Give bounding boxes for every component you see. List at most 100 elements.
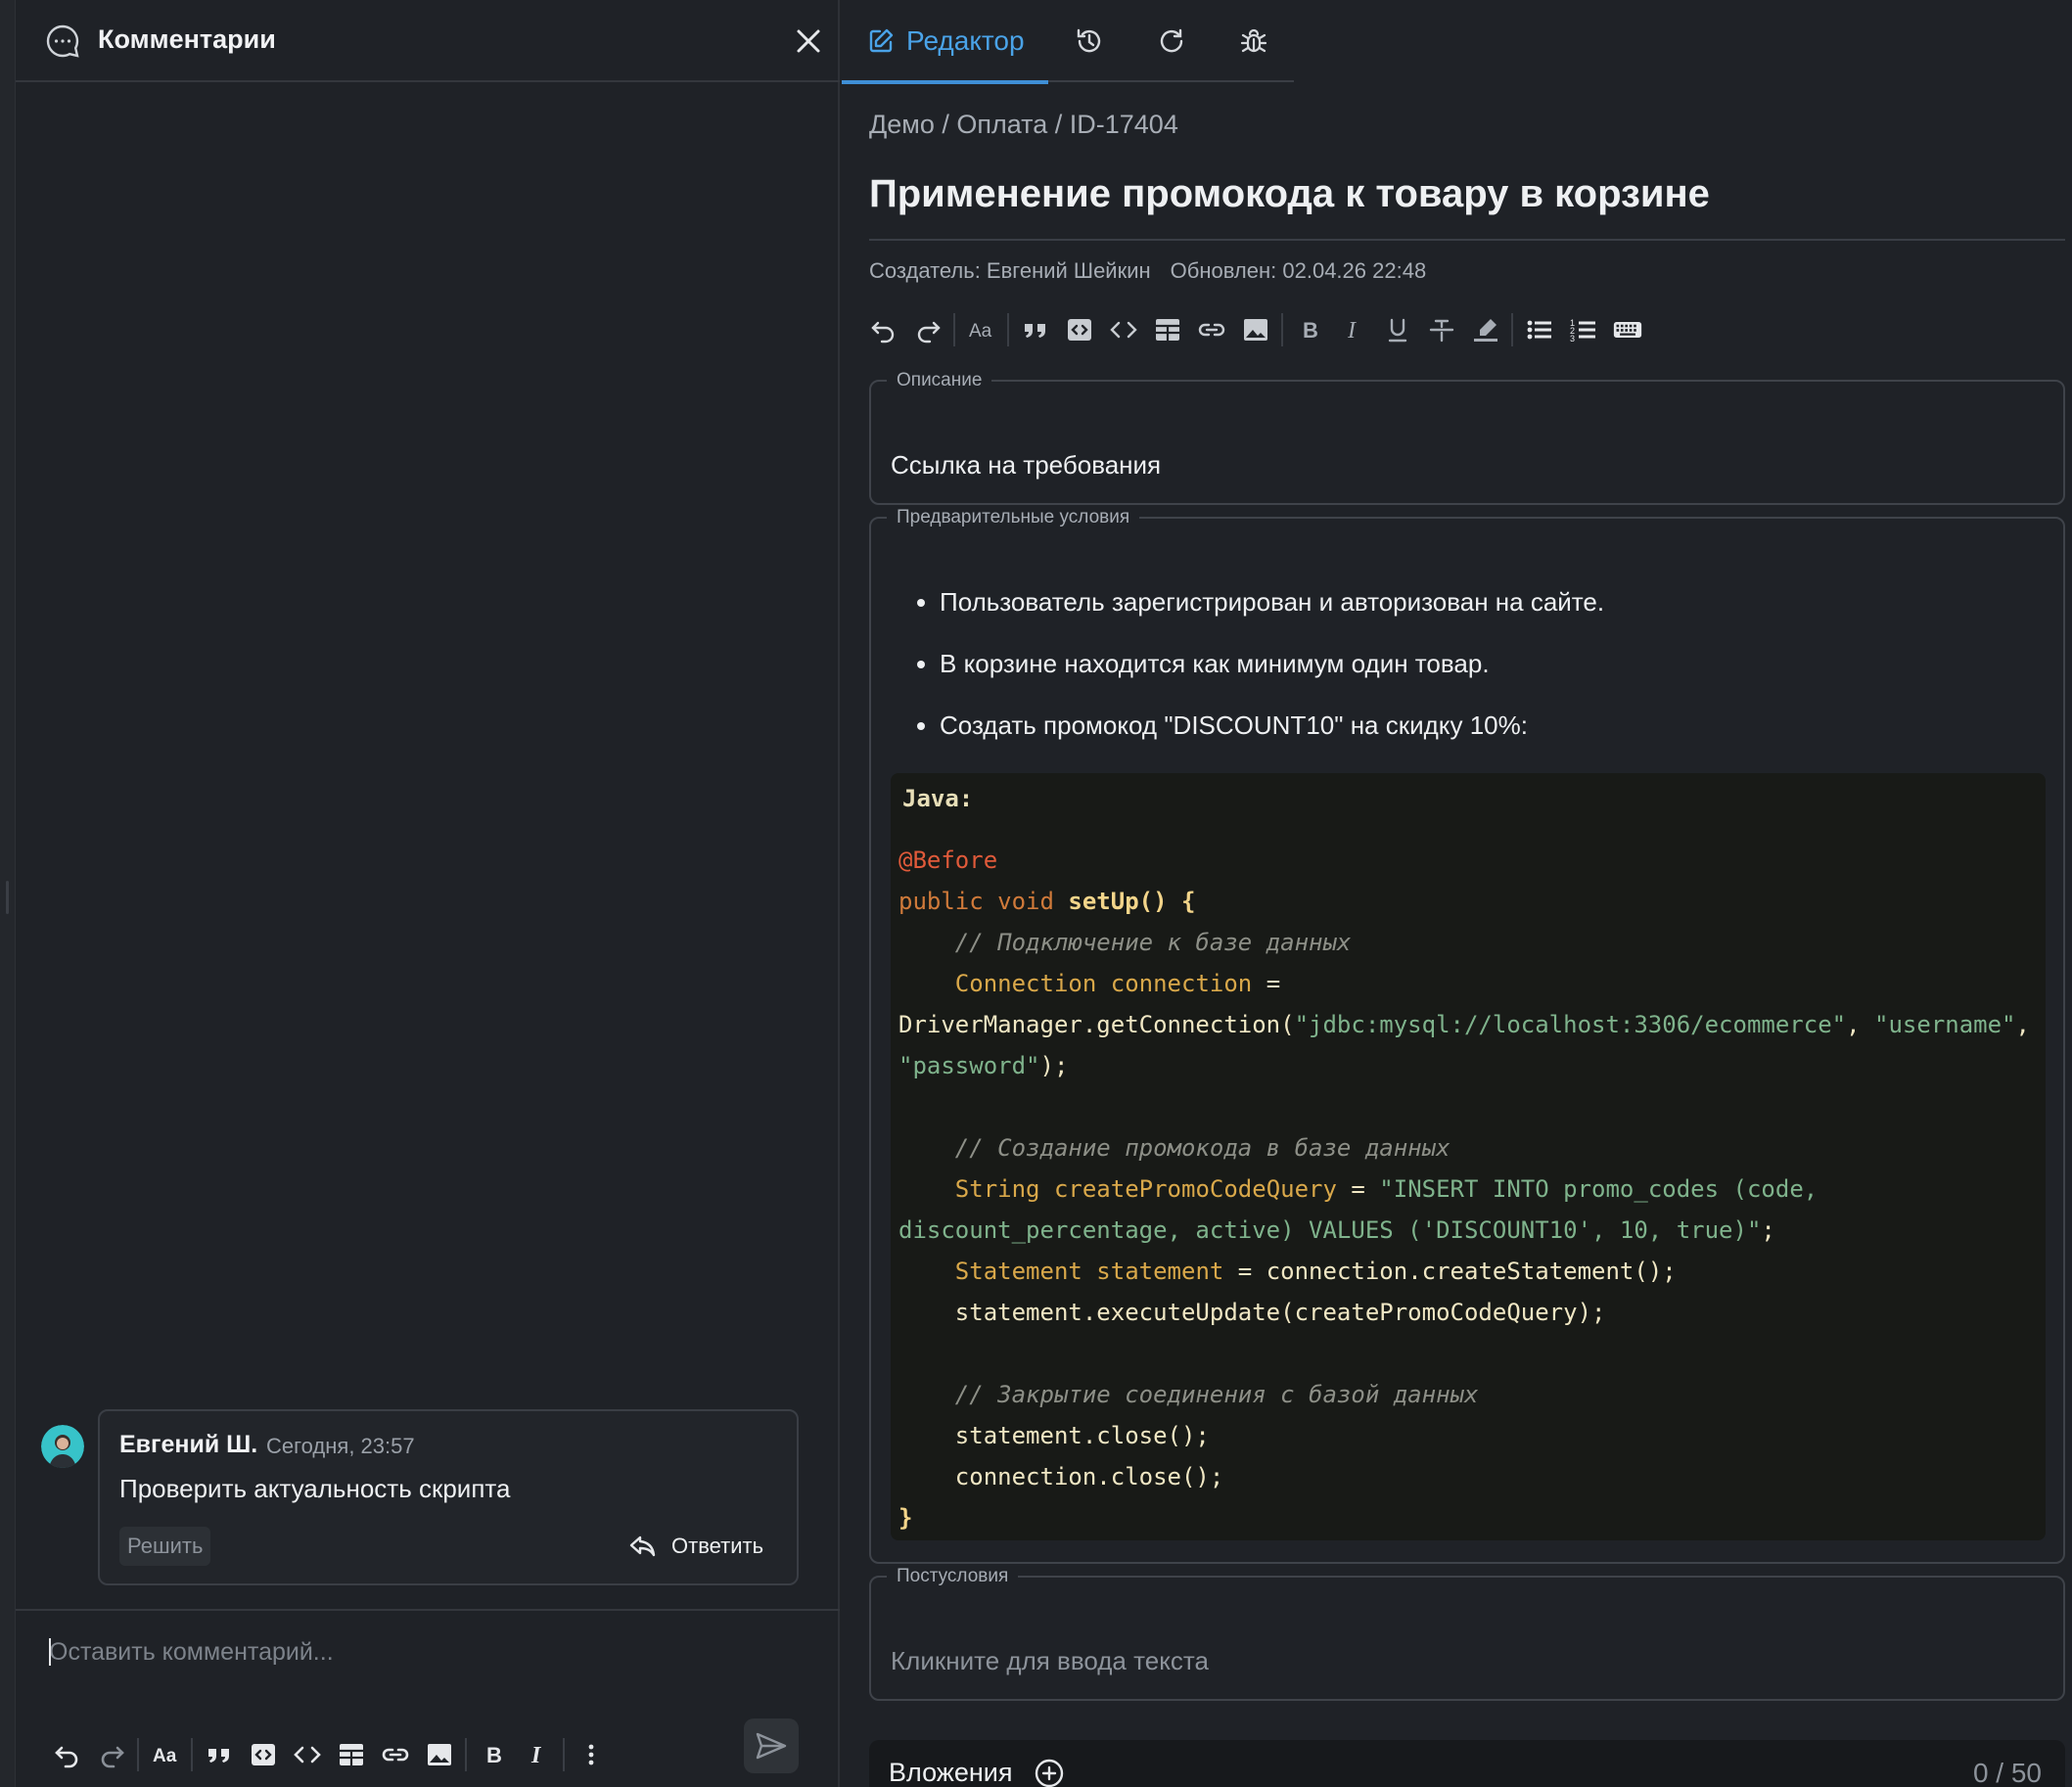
left-edge-strip — [0, 0, 16, 1787]
toolbar-separator — [563, 1738, 565, 1771]
bullet-list-icon — [1527, 320, 1551, 340]
breadcrumb[interactable]: Демо / Оплата / ID-17404 — [869, 110, 1178, 140]
link-button[interactable] — [373, 1733, 417, 1776]
highlighter-icon — [1473, 319, 1497, 342]
bullet-list-button[interactable] — [1517, 308, 1561, 351]
comment-time: Сегодня, 23:57 — [266, 1434, 415, 1458]
refresh-icon — [1160, 28, 1183, 53]
editor-toolbar: Aa B I 123 — [861, 307, 1649, 352]
attachments-section: Вложения 0 / 50 — [869, 1740, 2065, 1787]
attachments-label: Вложения — [889, 1758, 1013, 1787]
reply-button[interactable]: Ответить — [628, 1527, 763, 1566]
bold-icon: B — [486, 1743, 502, 1767]
text-caret — [49, 1638, 51, 1666]
undo-button[interactable] — [45, 1733, 89, 1776]
reply-icon — [629, 1535, 656, 1557]
code-block-icon — [251, 1744, 275, 1765]
comment-author: Евгений Ш. — [119, 1431, 258, 1458]
keyboard-button[interactable] — [1605, 308, 1649, 351]
svg-text:I: I — [530, 1743, 542, 1768]
add-circle-icon[interactable] — [1034, 1758, 1065, 1787]
avatar[interactable] — [41, 1425, 84, 1468]
toolbar-separator — [1007, 313, 1009, 346]
undo-icon — [870, 321, 894, 344]
title-divider — [869, 239, 2065, 241]
strikethrough-icon — [1429, 319, 1453, 343]
highlight-button[interactable] — [1463, 308, 1507, 351]
undo-button[interactable] — [861, 308, 905, 351]
tab-bug[interactable] — [1213, 0, 1295, 82]
postconditions-field[interactable]: Постусловия Кликните для ввода текста — [869, 1566, 2065, 1701]
text-style-button[interactable]: Aa — [959, 308, 1003, 351]
toolbar-separator — [1281, 313, 1283, 346]
edit-icon — [869, 28, 894, 53]
quote-button[interactable] — [197, 1733, 241, 1776]
redo-icon — [101, 1746, 124, 1768]
image-button[interactable] — [417, 1733, 461, 1776]
bold-button[interactable]: B — [1287, 308, 1331, 351]
comment-toolbar: Aa B I — [45, 1732, 613, 1777]
comment-card: Евгений Ш. Сегодня, 23:57 Проверить акту… — [98, 1409, 799, 1585]
numbered-list-button[interactable]: 123 — [1561, 308, 1605, 351]
italic-button[interactable]: I — [1331, 308, 1375, 351]
comments-title: Комментарии — [98, 24, 276, 54]
close-icon[interactable] — [791, 23, 826, 59]
text-size-icon: Aa — [153, 1746, 177, 1766]
underline-button[interactable] — [1375, 308, 1419, 351]
image-button[interactable] — [1233, 308, 1277, 351]
comments-panel: Комментарии Евгений Ш. Сегодня, 23:57 Пр… — [16, 0, 840, 1787]
postconditions-placeholder: Кликните для ввода текста — [891, 1646, 1209, 1675]
chat-icon — [46, 24, 79, 58]
preconditions-field[interactable]: Предварительные условия Пользователь зар… — [869, 507, 2065, 1564]
code-block-icon — [1067, 319, 1091, 341]
comment-text: Проверить актуальность скрипта — [119, 1474, 511, 1503]
creator-label: Создатель: Евгений Шейкин — [869, 258, 1151, 283]
quote-button[interactable] — [1013, 308, 1057, 351]
code-block-button[interactable] — [241, 1733, 285, 1776]
image-icon — [427, 1744, 451, 1765]
reply-label: Ответить — [671, 1534, 764, 1558]
tab-history[interactable] — [1048, 0, 1130, 82]
inline-code-button[interactable] — [1101, 308, 1145, 351]
italic-icon: I — [530, 1743, 542, 1768]
svg-text:3: 3 — [1570, 334, 1575, 344]
code-block[interactable]: Java: @Before public void setUp() { // П… — [891, 773, 2046, 1540]
description-field[interactable]: Описание Ссылка на требования — [869, 370, 2065, 505]
resize-handle[interactable] — [6, 881, 9, 914]
page-title[interactable]: Применение промокода к товару в корзине — [869, 172, 1710, 216]
svg-text:Aa: Aa — [153, 1746, 177, 1766]
redo-button[interactable] — [905, 308, 949, 351]
code-language: Java: — [902, 785, 974, 812]
preconditions-legend: Предварительные условия — [897, 507, 1130, 527]
redo-button[interactable] — [89, 1733, 133, 1776]
send-button[interactable] — [744, 1718, 799, 1773]
link-button[interactable] — [1189, 308, 1233, 351]
link-icon — [1198, 323, 1224, 337]
editor-panel: Редактор Демо / Оплата / ID-17404 Примен… — [842, 0, 2072, 1787]
keyboard-icon — [1613, 322, 1641, 338]
tab-refresh[interactable] — [1130, 0, 1213, 82]
table-button[interactable] — [1145, 308, 1189, 351]
undo-icon — [54, 1746, 77, 1768]
toolbar-separator — [1511, 313, 1513, 346]
resolve-button[interactable]: Решить — [119, 1527, 211, 1566]
bold-icon: B — [1303, 318, 1318, 343]
inline-code-button[interactable] — [285, 1733, 329, 1776]
bold-button[interactable]: B — [471, 1733, 515, 1776]
preconditions-list: Пользователь зарегистрирован и авторизов… — [940, 589, 1604, 774]
numbered-list-icon: 123 — [1570, 318, 1595, 344]
code-block-button[interactable] — [1057, 308, 1101, 351]
italic-button[interactable]: I — [515, 1733, 559, 1776]
more-options-button[interactable] — [569, 1733, 613, 1776]
comments-header: Комментарии — [16, 0, 840, 82]
strikethrough-button[interactable] — [1419, 308, 1463, 351]
description-legend: Описание — [897, 370, 983, 390]
active-tab-indicator — [842, 80, 1048, 84]
table-icon — [1155, 319, 1179, 341]
text-size-icon: Aa — [969, 321, 992, 342]
table-button[interactable] — [329, 1733, 373, 1776]
editor-tabs: Редактор — [842, 0, 1295, 84]
bug-icon — [1240, 28, 1267, 53]
tab-editor[interactable]: Редактор — [842, 0, 1050, 84]
text-style-button[interactable]: Aa — [143, 1733, 187, 1776]
